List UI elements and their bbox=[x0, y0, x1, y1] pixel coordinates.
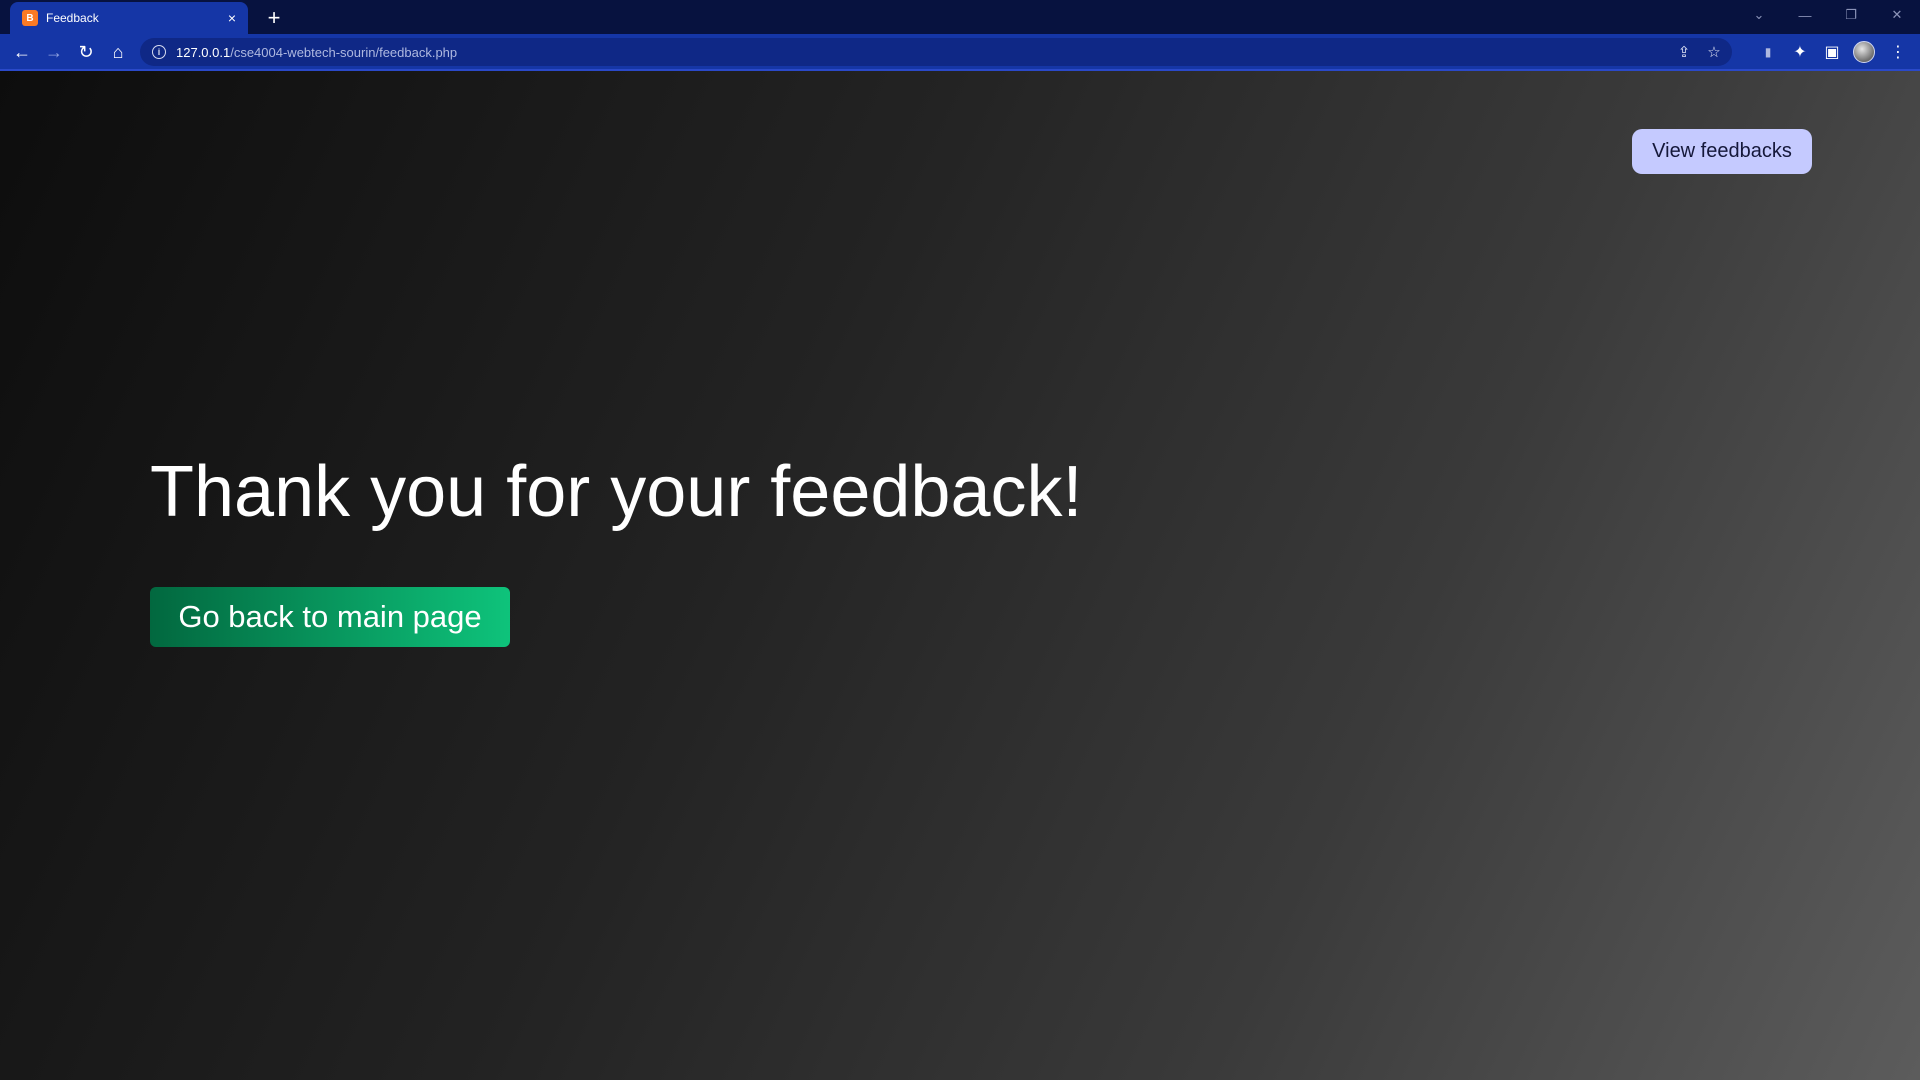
page-viewport: View feedbacks Thank you for your feedba… bbox=[0, 71, 1920, 1080]
share-icon[interactable]: ⇪ bbox=[1672, 42, 1696, 62]
avatar bbox=[1853, 41, 1875, 63]
browser-tab-bar: B Feedback × + ⌄ — ❐ ✕ bbox=[0, 0, 1920, 34]
page-title: Thank you for your feedback! bbox=[150, 452, 1083, 532]
tab-title: Feedback bbox=[46, 11, 99, 25]
tab-search-icon[interactable]: ⌄ bbox=[1736, 0, 1782, 30]
window-controls: ⌄ — ❐ ✕ bbox=[1736, 0, 1920, 30]
xampp-favicon-icon: B bbox=[22, 10, 38, 26]
bookmark-star-icon[interactable]: ☆ bbox=[1702, 42, 1726, 62]
new-tab-button[interactable]: + bbox=[260, 4, 288, 32]
browser-menu-icon[interactable]: ⋮ bbox=[1884, 38, 1912, 66]
url-host: 127.0.0.1 bbox=[176, 44, 231, 60]
tab-close-icon[interactable]: × bbox=[228, 10, 236, 26]
home-icon[interactable]: ⌂ bbox=[104, 38, 132, 66]
extensions-puzzle-icon[interactable]: ✦ bbox=[1786, 38, 1814, 66]
address-bar[interactable]: i 127.0.0.1 /cse4004-webtech-sourin/feed… bbox=[140, 38, 1732, 66]
side-panel-icon[interactable]: ▣ bbox=[1818, 38, 1846, 66]
browser-toolbar: ← → ↻ ⌂ i 127.0.0.1 /cse4004-webtech-sou… bbox=[0, 34, 1920, 71]
profile-avatar[interactable] bbox=[1850, 38, 1878, 66]
restore-button[interactable]: ❐ bbox=[1828, 0, 1874, 30]
view-feedbacks-button[interactable]: View feedbacks bbox=[1632, 129, 1812, 174]
url-path: /cse4004-webtech-sourin/feedback.php bbox=[230, 44, 458, 60]
back-arrow-icon[interactable]: ← bbox=[8, 38, 36, 66]
minimize-button[interactable]: — bbox=[1782, 0, 1828, 30]
extension-icon[interactable]: ▮ bbox=[1754, 38, 1782, 66]
site-info-icon[interactable]: i bbox=[152, 45, 166, 59]
reload-icon[interactable]: ↻ bbox=[72, 38, 100, 66]
close-window-button[interactable]: ✕ bbox=[1874, 0, 1920, 30]
forward-arrow-icon[interactable]: → bbox=[40, 38, 68, 66]
go-back-button[interactable]: Go back to main page bbox=[150, 587, 510, 647]
browser-tab-feedback[interactable]: B Feedback × bbox=[10, 2, 248, 34]
